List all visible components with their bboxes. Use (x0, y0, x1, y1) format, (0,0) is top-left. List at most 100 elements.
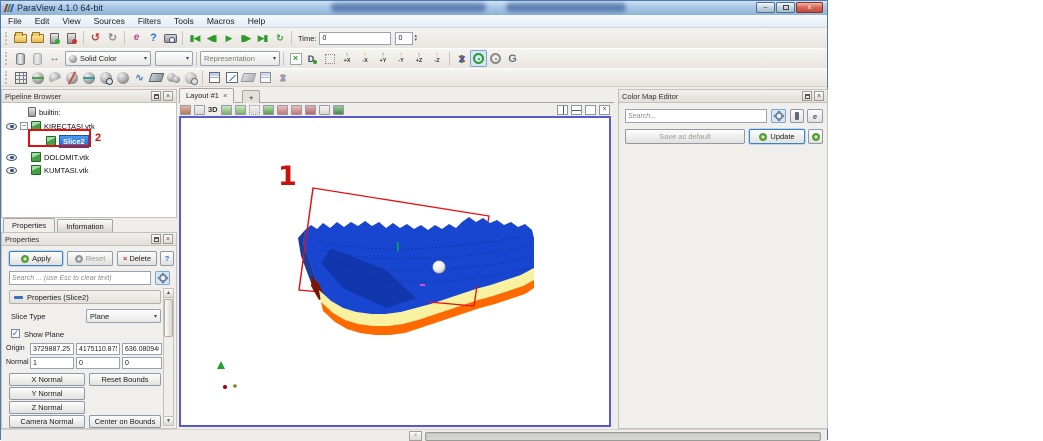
contour-filter-button[interactable] (29, 69, 46, 86)
component-dropdown[interactable]: ▾ (155, 51, 193, 66)
select-points-through-icon[interactable] (262, 104, 274, 115)
plot-over-line-button[interactable] (240, 69, 257, 86)
set-view-minus-x-button[interactable]: ↑ -X (356, 51, 374, 67)
delete-button[interactable]: × Delete (117, 251, 157, 266)
menu-filters[interactable]: Filters (138, 16, 161, 26)
reset-center-button[interactable] (487, 50, 504, 67)
zoom-to-data-button[interactable]: D (304, 50, 321, 67)
frame-spinbox[interactable] (395, 31, 414, 45)
layout-tab[interactable]: Layout #1 × (179, 88, 235, 103)
split-horizontal-button[interactable] (557, 104, 568, 115)
connect-server-button[interactable] (46, 30, 63, 47)
close-button[interactable]: × (796, 2, 823, 13)
clip-filter-button[interactable] (46, 69, 63, 86)
menu-macros[interactable]: Macros (207, 16, 235, 26)
capture-screenshot-button[interactable] (162, 30, 179, 47)
y-normal-button[interactable]: Y Normal (9, 387, 85, 400)
open-file-button[interactable] (12, 30, 29, 47)
normal-z-field[interactable] (122, 357, 162, 369)
tab-information[interactable]: Information (57, 219, 113, 232)
scroll-up-icon[interactable]: ▲ (164, 289, 173, 298)
save-state-button[interactable] (29, 30, 46, 47)
zoom-to-box-button[interactable] (321, 50, 338, 67)
edit-color-map-button[interactable] (29, 50, 46, 67)
set-view-minus-z-button[interactable]: ↑ -Z (428, 51, 446, 67)
plot-data-button[interactable] (274, 69, 291, 86)
close-panel-button[interactable]: × (163, 234, 173, 244)
properties-scrollbar[interactable]: ▲ ▼ (163, 288, 174, 426)
split-vertical-button[interactable] (571, 104, 582, 115)
last-frame-button[interactable]: ▶▮ (254, 30, 271, 47)
pipeline-item-dolomit[interactable]: DOLOMIT.vtk (6, 151, 89, 163)
adjust-camera-icon[interactable] (194, 104, 205, 115)
show-plane-checkbox[interactable]: ✓ (11, 329, 20, 338)
select-points-on-icon[interactable] (234, 104, 246, 115)
colormap-search-options-button[interactable] (771, 109, 786, 123)
slice-type-dropdown[interactable]: Plane ▾ (86, 309, 161, 323)
stream-tracer-filter-button[interactable]: ∿ (131, 69, 148, 86)
close-tab-icon[interactable]: × (223, 91, 227, 100)
apply-button[interactable]: Apply (9, 251, 63, 266)
set-view-plus-y-button[interactable]: ↑ +Y (374, 51, 392, 67)
disconnect-server-button[interactable] (63, 30, 80, 47)
menu-view[interactable]: View (62, 16, 80, 26)
pick-center-button[interactable]: G (504, 50, 521, 67)
undock-panel-button[interactable] (151, 91, 161, 101)
hover-points-icon[interactable] (318, 104, 330, 115)
normal-y-field[interactable] (76, 357, 120, 369)
maximize-view-button[interactable] (585, 104, 596, 115)
undock-panel-button[interactable] (151, 234, 161, 244)
time-input[interactable] (319, 31, 392, 45)
menu-edit[interactable]: Edit (35, 16, 50, 26)
close-panel-button[interactable]: × (163, 91, 173, 101)
first-frame-button[interactable]: ▮◀ (186, 30, 203, 47)
group-datasets-button[interactable] (165, 69, 182, 86)
glyph-filter-button[interactable] (114, 69, 131, 86)
scroll-down-icon[interactable]: ▼ (164, 416, 173, 425)
reset-camera-button[interactable]: × (287, 50, 304, 67)
visibility-eye-icon[interactable] (6, 122, 17, 130)
origin-z-field[interactable] (122, 343, 162, 355)
minimize-button[interactable]: – (756, 2, 775, 13)
close-view-button[interactable]: × (599, 104, 610, 115)
normal-x-field[interactable] (30, 357, 74, 369)
properties-search-options-button[interactable] (155, 271, 170, 285)
save-as-default-button[interactable]: Save as default (625, 129, 745, 144)
properties-help-button[interactable]: ? (160, 251, 174, 266)
export-scene-icon[interactable] (180, 104, 191, 115)
threshold-filter-button[interactable] (80, 69, 97, 86)
spreadsheet-view-button[interactable] (206, 69, 223, 86)
update-button[interactable]: Update (749, 129, 805, 144)
spin-down-icon[interactable]: ▾ (414, 38, 417, 43)
rescale-range-button[interactable]: ↔ (46, 50, 63, 67)
plane-origin-handle-sphere[interactable] (432, 260, 446, 274)
interactive-select-cells-icon[interactable] (276, 104, 288, 115)
probe-location-button[interactable] (257, 69, 274, 86)
scrollbar-thumb[interactable] (164, 299, 173, 337)
properties-section-header[interactable]: Properties (Slice2) (9, 290, 161, 304)
menu-help[interactable]: Help (248, 16, 265, 26)
play-button[interactable]: ▶ (220, 30, 237, 47)
collapse-toggle-icon[interactable]: − (20, 122, 28, 130)
colormap-search-input[interactable] (625, 109, 767, 123)
warp-filter-button[interactable] (148, 69, 165, 86)
edit-script-button[interactable]: e (807, 109, 823, 123)
menu-file[interactable]: File (8, 16, 22, 26)
show-orientation-axes-button[interactable] (453, 50, 470, 67)
camera-normal-button[interactable]: Camera Normal (9, 415, 85, 428)
show-center-button[interactable] (470, 50, 487, 67)
loop-button[interactable]: ↻ (271, 30, 288, 47)
pipeline-item-builtin[interactable]: builtin: (28, 106, 61, 118)
redo-button[interactable]: ↻ (104, 30, 121, 47)
properties-search-input[interactable] (9, 271, 151, 285)
menu-tools[interactable]: Tools (174, 16, 194, 26)
hover-cells-icon[interactable] (304, 104, 316, 115)
close-panel-button[interactable]: × (814, 91, 824, 101)
new-layout-tab-button[interactable]: + (242, 90, 261, 103)
slice-filter-button[interactable] (63, 69, 80, 86)
interactive-select-points-icon[interactable] (290, 104, 302, 115)
color-by-dropdown[interactable]: Solid Color ▾ (65, 51, 151, 66)
select-cells-through-icon[interactable] (248, 104, 260, 115)
help-button[interactable]: ? (145, 30, 162, 47)
pipeline-item-kumtasi[interactable]: KUMTASI.vtk (6, 164, 88, 176)
